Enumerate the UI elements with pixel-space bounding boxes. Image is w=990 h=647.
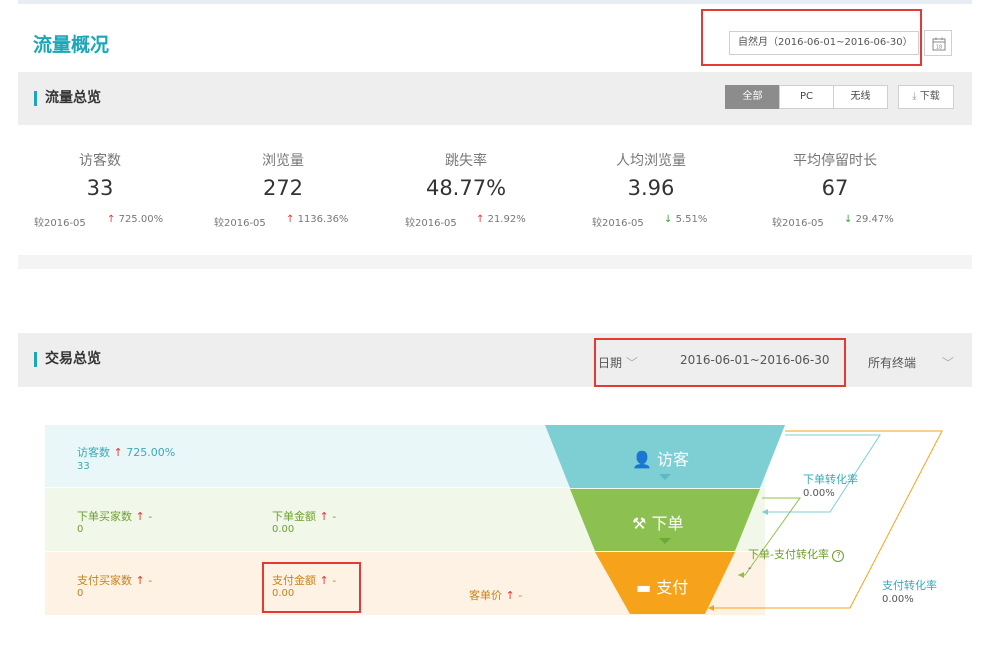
order-pay-rate-group: 下单-支付转化率 ?: [748, 546, 845, 562]
help-icon[interactable]: ?: [832, 550, 845, 562]
order-pay-rate-label: 下单-支付转化率: [748, 548, 829, 561]
order-rate-label: 下单转化率: [803, 473, 858, 486]
card-icon: ▬: [636, 578, 652, 597]
pay-rate-label: 支付转化率: [882, 579, 937, 592]
pay-rate-value: 0.00%: [882, 594, 914, 605]
funnel-order-text: 下单: [651, 514, 684, 533]
hammer-icon: ⚒: [632, 514, 647, 533]
funnel-visit-text: 访客: [657, 450, 690, 469]
funnel-label-order: ⚒ 下单: [632, 510, 683, 534]
funnel-pay-text: 支付: [656, 578, 689, 597]
user-icon: 👤: [632, 450, 652, 469]
funnel-label-visit: 👤 访客: [632, 446, 689, 470]
order-rate-value: 0.00%: [803, 488, 835, 499]
funnel-label-pay: ▬ 支付: [636, 574, 688, 598]
order-pay-rate-value: -: [748, 563, 752, 574]
